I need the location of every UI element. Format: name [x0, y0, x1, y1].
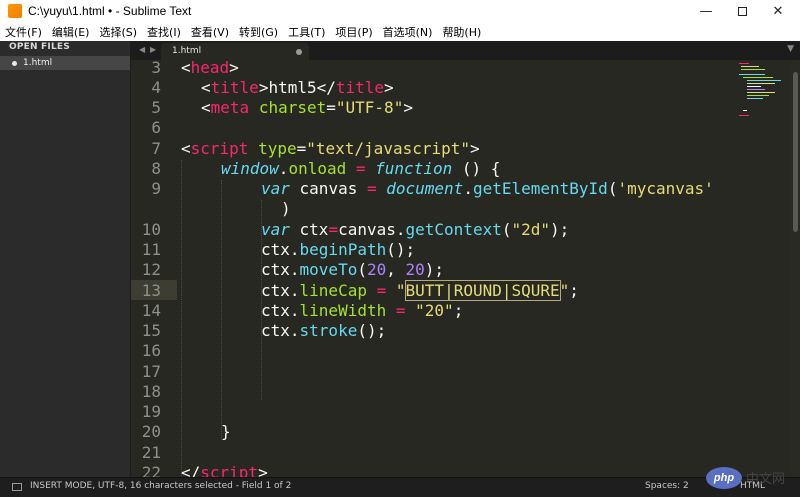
minimap-code-line	[747, 89, 765, 90]
line-number: 17	[141, 362, 161, 381]
minimap-code-line	[741, 69, 765, 70]
menu-bar: 文件(F) 编辑(E) 选择(S) 查找(I) 查看(V) 转到(G) 工具(T…	[0, 22, 800, 41]
line-number: 16	[141, 341, 161, 360]
close-button[interactable]: ✕	[760, 0, 796, 22]
code-line-9: var canvas = document.getElementById('my…	[261, 179, 714, 198]
menu-selection[interactable]: 选择(S)	[99, 24, 137, 40]
line-number: 21	[141, 443, 161, 462]
panel-toggle-icon[interactable]	[12, 483, 22, 491]
line-number: 12	[141, 260, 161, 279]
code-area[interactable]: <head> <title>html5</title> <meta charse…	[179, 60, 739, 477]
code-line-4: <title>html5</title>	[201, 78, 394, 97]
code-line-14: ctx.lineWidth = "20";	[261, 301, 464, 320]
code-line-5: <meta charset="UTF-8">	[201, 98, 413, 117]
indent-guide	[181, 160, 182, 477]
tab-1-html[interactable]: 1.html	[161, 43, 309, 60]
minimap-code-line	[747, 80, 781, 81]
line-number: 13	[141, 281, 161, 300]
sidebar-open-file[interactable]: 1.html	[0, 56, 130, 70]
line-number: 19	[141, 402, 161, 421]
minimap-code-line	[747, 83, 775, 84]
php-logo: php	[706, 466, 742, 489]
indentation-setting[interactable]: Spaces: 2	[645, 481, 689, 491]
line-number: 7	[151, 139, 161, 158]
line-number: 9	[151, 179, 161, 198]
menu-goto[interactable]: 转到(G)	[239, 24, 278, 40]
scrollbar-thumb[interactable]	[793, 72, 798, 232]
code-line-20: }	[221, 422, 231, 441]
title-bar: C:\yuyu\1.html • - Sublime Text — ✕	[0, 0, 800, 22]
close-icon: ✕	[772, 3, 784, 19]
code-line-8: window.onload = function () {	[221, 159, 501, 178]
line-number: 10	[141, 220, 161, 239]
menu-preferences[interactable]: 首选项(N)	[383, 24, 433, 40]
minimap-code-line	[743, 110, 747, 111]
line-number-gutter: 3 4 5 6 7 8 9 10 11 12 13 14 15 16 17 18…	[131, 60, 175, 477]
menu-project[interactable]: 项目(P)	[335, 24, 372, 40]
code-line-9-wrap: )	[281, 199, 291, 218]
maximize-button[interactable]	[724, 0, 760, 22]
minimap-code-line	[739, 74, 765, 75]
menu-file[interactable]: 文件(F)	[5, 24, 42, 40]
line-number: 20	[141, 422, 161, 441]
minimap-code-line	[747, 98, 763, 99]
menu-find[interactable]: 查找(I)	[147, 24, 181, 40]
watermark-text: 中文网	[746, 472, 786, 487]
line-number: 18	[141, 382, 161, 401]
minimap-code-line	[747, 95, 769, 96]
status-mode-text: INSERT MODE, UTF-8, 16 characters select…	[30, 481, 292, 491]
indent-guide	[221, 180, 222, 440]
tab-unsaved-dot-icon[interactable]	[296, 49, 302, 55]
php-cn-watermark: php 中文网	[706, 458, 800, 497]
code-line-13: ctx.lineCap = "BUTT|ROUND|SQURE";	[261, 280, 579, 301]
sidebar-file-label: 1.html	[23, 58, 53, 68]
line-number: 22	[141, 463, 161, 477]
line-number: 3	[151, 60, 161, 77]
minimap[interactable]	[735, 60, 790, 120]
tab-nav-left-icon[interactable]: ◀	[139, 45, 145, 54]
menu-view[interactable]: 查看(V)	[191, 24, 229, 40]
open-files-header: OPEN FILES	[9, 42, 70, 52]
window-title: C:\yuyu\1.html • - Sublime Text	[28, 4, 192, 18]
code-line-15: ctx.stroke();	[261, 321, 387, 340]
minimize-button[interactable]: —	[688, 0, 724, 22]
line-number: 15	[141, 321, 161, 340]
minimap-code-line	[747, 92, 775, 93]
line-number: 8	[151, 159, 161, 178]
line-number: 5	[151, 98, 161, 117]
code-line-12: ctx.moveTo(20, 20);	[261, 260, 445, 279]
minimap-code-line	[741, 66, 759, 67]
sublime-text-app-icon	[8, 4, 22, 18]
tab-nav-right-icon[interactable]: ▶	[150, 45, 156, 54]
minimap-code-line	[739, 115, 749, 116]
minimap-code-line	[739, 63, 749, 64]
code-line-10: var ctx=canvas.getContext("2d");	[261, 220, 570, 239]
status-bar: INSERT MODE, UTF-8, 16 characters select…	[0, 477, 800, 497]
vertical-scrollbar[interactable]	[791, 60, 800, 477]
tab-bar: ◀ ▶ 1.html ▼	[131, 41, 800, 60]
maximize-icon	[737, 6, 747, 16]
sidebar: OPEN FILES 1.html	[0, 41, 131, 477]
unsaved-dot-icon	[12, 60, 17, 66]
line-number: 4	[151, 78, 161, 97]
line-number: 6	[151, 118, 161, 137]
minimize-icon: —	[699, 3, 713, 19]
tab-dropdown-icon[interactable]: ▼	[787, 44, 794, 54]
code-line-11: ctx.beginPath();	[261, 240, 416, 259]
selected-text: BUTT|ROUND|SQURE	[404, 280, 561, 301]
code-editor[interactable]: 3 4 5 6 7 8 9 10 11 12 13 14 15 16 17 18…	[131, 60, 800, 477]
menu-tools[interactable]: 工具(T)	[288, 24, 325, 40]
tab-label: 1.html	[172, 46, 202, 56]
minimap-code-line	[747, 86, 761, 87]
menu-help[interactable]: 帮助(H)	[442, 24, 481, 40]
code-line-22: </script>	[181, 463, 268, 477]
line-number: 14	[141, 301, 161, 320]
line-number: 11	[141, 240, 161, 259]
minimap-code-line	[743, 77, 773, 78]
code-line-3: <head>	[181, 60, 239, 77]
menu-edit[interactable]: 编辑(E)	[52, 24, 90, 40]
code-line-7: <script type="text/javascript">	[181, 139, 480, 158]
